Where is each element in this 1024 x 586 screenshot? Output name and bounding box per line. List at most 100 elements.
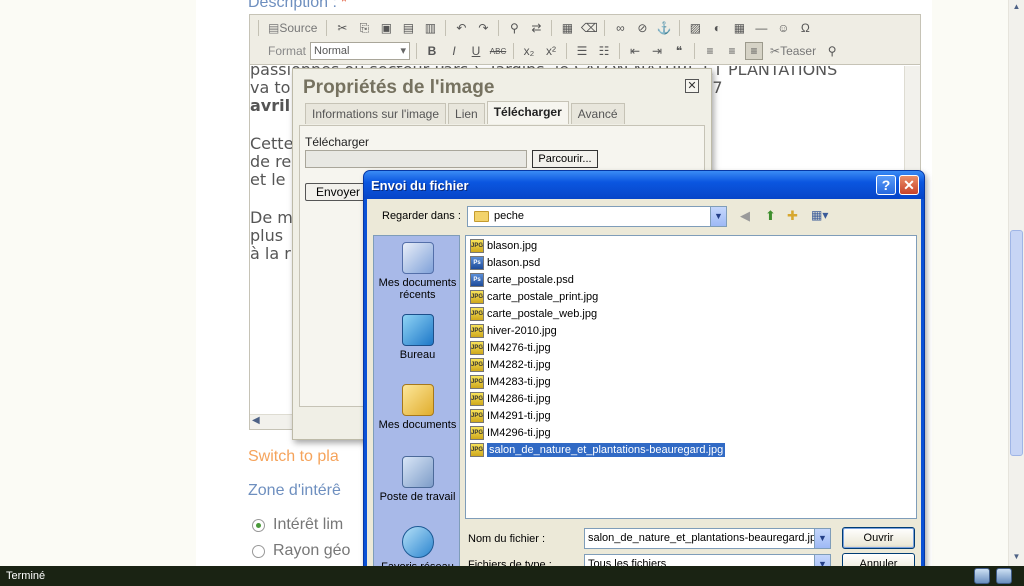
page-scroll-thumb[interactable]: [1010, 230, 1023, 456]
open-button[interactable]: Ouvrir: [842, 527, 915, 549]
superscript-icon[interactable]: x²: [542, 42, 560, 60]
jpg-file-icon: JPG: [470, 442, 484, 457]
file-list-item[interactable]: JPG IM4296-ti.jpg: [470, 424, 551, 441]
file-list-item[interactable]: JPG IM4286-ti.jpg: [470, 390, 551, 407]
view-menu-icon[interactable]: ▦▾: [811, 208, 828, 224]
teaser-icon: ✂: [770, 44, 781, 58]
paste-text-icon[interactable]: ▤: [399, 19, 417, 37]
redo-icon[interactable]: ↷: [474, 19, 492, 37]
paste-word-icon[interactable]: ▥: [421, 19, 439, 37]
horizontal-rule-icon[interactable]: ―: [752, 19, 770, 37]
tray-icon[interactable]: [996, 568, 1012, 584]
file-list-item[interactable]: Ps carte_postale.psd: [470, 271, 574, 288]
help-icon[interactable]: ?: [876, 175, 896, 195]
file-list-item[interactable]: JPG IM4283-ti.jpg: [470, 373, 551, 390]
undo-icon[interactable]: ↶: [452, 19, 470, 37]
places-bar: Mes documents récents Bureau Mes documen…: [373, 235, 461, 573]
preview-icon[interactable]: ⚲: [823, 42, 841, 60]
dialog-title: Envoi du fichier: [371, 178, 469, 193]
jpg-file-icon: JPG: [470, 340, 484, 355]
cut-icon[interactable]: ✂: [333, 19, 351, 37]
italic-icon[interactable]: I: [445, 42, 463, 60]
dialog-titlebar[interactable]: Envoi du fichier ? ✕: [364, 171, 924, 199]
paste-icon[interactable]: ▣: [377, 19, 395, 37]
look-in-label: Regarder dans :: [382, 210, 461, 222]
tab-image-info[interactable]: Informations sur l'image: [305, 103, 447, 124]
underline-icon[interactable]: U: [467, 42, 485, 60]
place-desktop[interactable]: Bureau: [374, 314, 461, 361]
back-icon[interactable]: ◀: [740, 208, 750, 224]
table-icon[interactable]: ▦: [730, 19, 748, 37]
my-computer-icon: [401, 456, 434, 488]
strike-icon[interactable]: ABC: [489, 42, 507, 60]
file-list-item[interactable]: Ps blason.psd: [470, 254, 540, 271]
link-icon[interactable]: ∞: [611, 19, 629, 37]
teaser-button[interactable]: ✂ Teaser: [767, 42, 819, 60]
chevron-down-icon[interactable]: ▼: [710, 207, 726, 226]
look-in-select[interactable]: peche ▼: [467, 206, 727, 227]
page-scrollbar[interactable]: ▲ ▼: [1008, 0, 1024, 566]
subscript-icon[interactable]: x₂: [520, 42, 538, 60]
replace-icon[interactable]: ⇄: [527, 19, 545, 37]
align-left-icon[interactable]: ≡: [701, 42, 719, 60]
place-my-computer[interactable]: Poste de travail: [374, 456, 461, 503]
tab-link[interactable]: Lien: [448, 103, 485, 124]
scroll-left-arrow-icon[interactable]: ◀: [252, 415, 260, 426]
align-right-icon[interactable]: ≡: [745, 42, 764, 60]
align-center-icon[interactable]: ≡: [723, 42, 741, 60]
select-all-icon[interactable]: ▦: [558, 19, 576, 37]
place-recent-documents[interactable]: Mes documents récents: [374, 242, 461, 301]
tab-upload[interactable]: Télécharger: [486, 101, 569, 124]
file-list-item[interactable]: JPG hiver-2010.jpg: [470, 322, 557, 339]
file-list-item[interactable]: JPG IM4282-ti.jpg: [470, 356, 551, 373]
upload-file-input[interactable]: [305, 150, 527, 168]
unlink-icon[interactable]: ⊘: [633, 19, 651, 37]
special-char-icon[interactable]: Ω: [796, 19, 814, 37]
browse-button[interactable]: Parcourir...: [532, 150, 598, 168]
file-list-item[interactable]: JPG carte_postale_print.jpg: [470, 288, 598, 305]
scroll-down-arrow-icon[interactable]: ▼: [1010, 550, 1023, 564]
anchor-icon[interactable]: ⚓: [655, 19, 673, 37]
close-icon[interactable]: ✕: [685, 79, 699, 93]
tab-advanced[interactable]: Avancé: [570, 103, 625, 124]
find-icon[interactable]: ⚲: [505, 19, 523, 37]
outdent-icon[interactable]: ⇤: [626, 42, 644, 60]
file-list-item[interactable]: JPG IM4276-ti.jpg: [470, 339, 551, 356]
file-list-item[interactable]: JPG carte_postale_web.jpg: [470, 305, 597, 322]
copy-icon[interactable]: ⎘: [355, 19, 373, 37]
blockquote-icon[interactable]: ❝: [670, 42, 688, 60]
toolbar-separator: [551, 20, 553, 36]
file-list-item[interactable]: JPG IM4291-ti.jpg: [470, 407, 551, 424]
file-name: IM4291-ti.jpg: [487, 409, 551, 422]
scroll-up-arrow-icon[interactable]: ▲: [1010, 0, 1023, 14]
new-folder-icon[interactable]: ✚: [787, 208, 798, 224]
radio-option-radius[interactable]: Rayon géo: [252, 542, 350, 560]
close-icon[interactable]: ✕: [899, 175, 919, 195]
up-folder-icon[interactable]: ⬆: [765, 208, 776, 224]
filename-input[interactable]: salon_de_nature_et_plantations-beauregar…: [584, 528, 831, 549]
tray-icon[interactable]: [974, 568, 990, 584]
switch-editor-link[interactable]: Switch to pla: [248, 448, 339, 466]
radio-button[interactable]: [252, 544, 265, 558]
file-list-item[interactable]: JPG blason.jpg: [470, 237, 537, 254]
place-my-documents[interactable]: Mes documents: [374, 384, 461, 431]
bulleted-list-icon[interactable]: ☷: [595, 42, 613, 60]
file-name: IM4276-ti.jpg: [487, 341, 551, 354]
chevron-down-icon[interactable]: ▼: [814, 529, 830, 548]
radio-option-interest[interactable]: Intérêt lim: [252, 516, 343, 534]
file-list-item[interactable]: JPG salon_de_nature_et_plantations-beaure…: [470, 441, 726, 458]
radio-button-checked[interactable]: [252, 518, 265, 532]
smiley-icon[interactable]: ☺: [774, 19, 792, 37]
desktop-icon: [401, 314, 434, 346]
numbered-list-icon[interactable]: ☰: [573, 42, 591, 60]
format-select[interactable]: Normal: [310, 42, 411, 60]
source-button[interactable]: ▤ Source: [265, 19, 320, 37]
bold-icon[interactable]: B: [423, 42, 441, 60]
file-list[interactable]: JPG blason.jpg Ps blason.psd Ps carte_postale…: [465, 235, 917, 519]
flash-icon[interactable]: ◐: [708, 19, 726, 37]
required-marker: *: [340, 0, 348, 11]
remove-format-icon[interactable]: ⌫: [580, 19, 598, 37]
jpg-file-icon: JPG: [470, 323, 484, 338]
image-icon[interactable]: ▨: [686, 19, 704, 37]
indent-icon[interactable]: ⇥: [648, 42, 666, 60]
